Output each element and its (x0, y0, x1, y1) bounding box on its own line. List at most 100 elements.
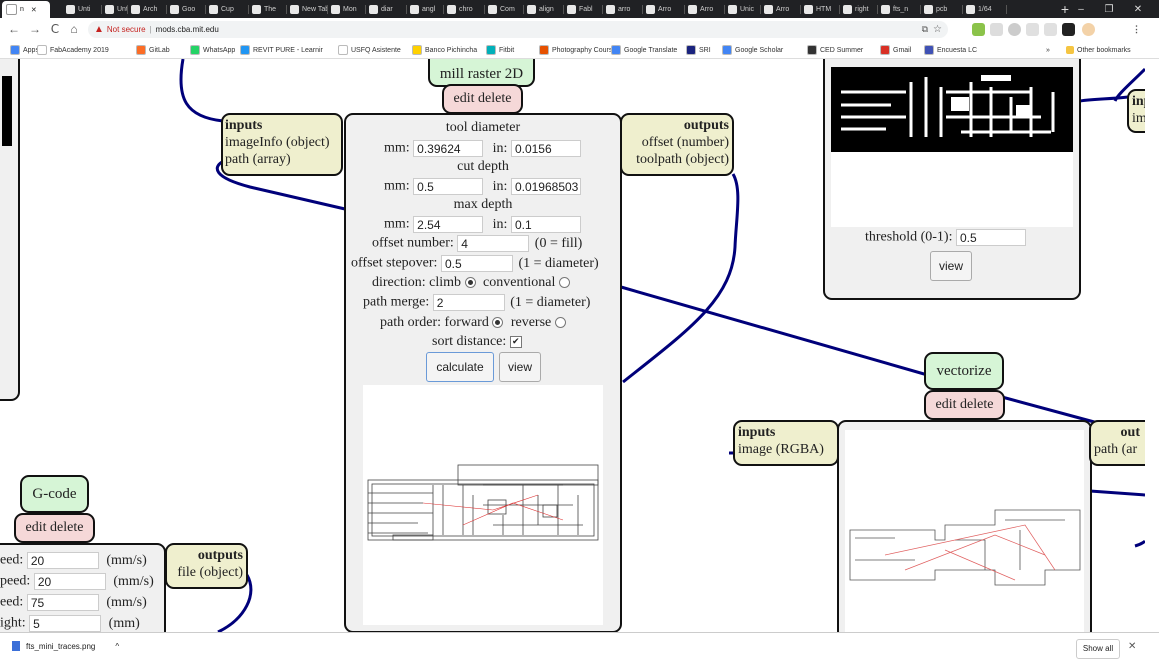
bookmark-item[interactable]: Banco Pichincha (412, 44, 477, 56)
cut-depth-in-input[interactable]: 0.01968503 (510, 178, 581, 195)
browser-tab[interactable]: chro (447, 2, 485, 17)
direction-conventional-radio[interactable] (558, 277, 570, 289)
bookmark-item[interactable]: USFQ Asistente (338, 44, 401, 56)
bookmark-item[interactable]: REVIT PURE - Learnir (240, 44, 323, 56)
back-button[interactable]: ← (6, 21, 22, 37)
offset-number-input[interactable]: 4 (457, 235, 530, 252)
extension-icon[interactable] (990, 23, 1003, 36)
mill-edit-delete[interactable]: edit delete (442, 84, 523, 114)
download-bar-close-icon[interactable]: ✕ (1128, 641, 1136, 652)
minimize-button[interactable]: – (1067, 0, 1095, 18)
browser-tab[interactable]: pcb (924, 2, 963, 17)
browser-tab[interactable]: Arro (764, 2, 801, 17)
bookmark-item[interactable]: Gmail (880, 44, 911, 56)
extension-icon[interactable] (1026, 23, 1039, 36)
gcode-input-0[interactable]: 20 (26, 552, 99, 569)
bookmark-star-icon[interactable]: ☆ (933, 24, 942, 35)
bookmark-item[interactable]: Google Translate (611, 44, 677, 56)
window-close-button[interactable]: ✕ (1124, 0, 1152, 18)
browser-tab[interactable]: New Tab (290, 2, 328, 17)
bookmark-item[interactable]: Apps (10, 44, 39, 56)
tool-diameter-mm-input[interactable]: 0.39624 (413, 140, 484, 157)
bookmark-item[interactable]: Fitbit (486, 44, 514, 56)
browser-tab[interactable]: 1/64 (966, 2, 1007, 17)
browser-tab[interactable]: Arro (688, 2, 725, 17)
sort-distance-checkbox[interactable]: ✔ (509, 335, 522, 348)
bookmark-item[interactable]: Google Scholar (722, 44, 783, 56)
vectorize-input-image[interactable]: image (RGBA) (738, 441, 834, 458)
calculate-button[interactable]: calculate (426, 352, 494, 382)
tool-diameter-in-input[interactable]: 0.0156 (510, 140, 581, 157)
path-merge-input[interactable]: 2 (432, 294, 505, 311)
tab-active[interactable]: n ✕ (2, 1, 50, 18)
next-input-item[interactable]: im (1132, 110, 1145, 127)
extension-icon[interactable] (1062, 23, 1075, 36)
download-item[interactable]: fts_mini_traces.png ^ (12, 641, 119, 651)
gcode-output-file[interactable]: file (object) (170, 564, 243, 581)
mill-view-button[interactable]: view (499, 352, 541, 382)
mill-input-imageinfo[interactable]: imageInfo (object) (225, 134, 339, 151)
vectorize-edit-delete[interactable]: edit delete (924, 390, 1005, 420)
bookmark-item[interactable]: WhatsApp (190, 44, 235, 56)
show-all-button[interactable]: Show all (1076, 639, 1120, 659)
gcode-edit-delete[interactable]: edit delete (14, 513, 95, 543)
extension-icon[interactable] (1008, 23, 1021, 36)
restore-button[interactable]: ❐ (1095, 0, 1123, 18)
gcode-input-1[interactable]: 20 (33, 573, 106, 590)
translate-icon[interactable]: ⧉ (922, 24, 928, 35)
gcode-title[interactable]: G-code (20, 475, 89, 513)
bookmark-item[interactable]: SRI (686, 44, 711, 56)
vectorize-output-path[interactable]: path (ar (1094, 441, 1145, 458)
mill-title[interactable]: mill raster 2D (428, 59, 535, 87)
address-bar[interactable]: ▲ Not secure | mods.cba.mit.edu ⧉ ☆ (88, 21, 948, 38)
max-depth-in-input[interactable]: 0.1 (510, 216, 581, 233)
browser-tab[interactable]: Fabl (567, 2, 603, 17)
extension-icon[interactable] (1044, 23, 1057, 36)
bookmark-item[interactable]: Encuesta LC (924, 44, 977, 56)
bookmarks-overflow[interactable]: » (1046, 44, 1050, 56)
image-view-button[interactable]: view (930, 251, 972, 281)
browser-tab[interactable]: Arch (131, 2, 167, 17)
forward-button[interactable]: → (27, 21, 43, 37)
reload-button[interactable]: C (47, 21, 63, 37)
bookmark-item[interactable]: Photography Courses (539, 44, 620, 56)
mill-output-toolpath[interactable]: toolpath (object) (625, 151, 729, 168)
home-button[interactable]: ⌂ (66, 21, 82, 37)
vectorize-title[interactable]: vectorize (924, 352, 1004, 390)
browser-tab[interactable]: align (527, 2, 564, 17)
gcode-input-2[interactable]: 75 (26, 594, 99, 611)
browser-tab[interactable]: fts_n (881, 2, 921, 17)
mill-input-path[interactable]: path (array) (225, 151, 339, 168)
browser-tab[interactable]: HTM (804, 2, 840, 17)
menu-kebab-icon[interactable]: ⋮ (1130, 23, 1143, 36)
gcode-input-3[interactable]: 5 (29, 615, 102, 632)
extension-icon[interactable] (972, 23, 985, 36)
browser-tab[interactable]: Mon (331, 2, 366, 17)
browser-tab[interactable]: The (252, 2, 287, 17)
profile-avatar[interactable] (1082, 23, 1095, 36)
browser-tab[interactable]: Com (488, 2, 524, 17)
offset-stepover-input[interactable]: 0.5 (440, 255, 513, 272)
path-order-reverse-radio[interactable] (554, 317, 566, 329)
browser-tab[interactable]: Cup (209, 2, 249, 17)
threshold-input[interactable]: 0.5 (955, 229, 1026, 246)
bookmark-item[interactable]: CED Summer (807, 44, 863, 56)
direction-climb-radio[interactable] (464, 277, 476, 289)
max-depth-mm-input[interactable]: 2.54 (413, 216, 484, 233)
cut-depth-mm-input[interactable]: 0.5 (413, 178, 484, 195)
browser-tab[interactable]: right (843, 2, 878, 17)
browser-tab[interactable]: diar (369, 2, 407, 17)
mill-output-offset[interactable]: offset (number) (625, 134, 729, 151)
mods-canvas[interactable]: mill raster 2D edit delete inputs imageI… (0, 59, 1145, 632)
bookmark-item[interactable]: FabAcademy 2019 (37, 44, 109, 56)
path-order-forward-radio[interactable] (492, 317, 504, 329)
download-chevron-icon[interactable]: ^ (115, 642, 119, 651)
bookmark-item[interactable]: GitLab (136, 44, 170, 56)
browser-tab[interactable]: arro (606, 2, 643, 17)
browser-tab[interactable]: Goo (170, 2, 206, 17)
browser-tab[interactable]: Unic (728, 2, 761, 17)
tab-close-icon[interactable]: ✕ (31, 6, 37, 14)
browser-tab[interactable]: Unti (66, 2, 102, 17)
other-bookmarks[interactable]: Other bookmarks (1066, 44, 1131, 56)
browser-tab[interactable]: Unti (105, 2, 128, 17)
